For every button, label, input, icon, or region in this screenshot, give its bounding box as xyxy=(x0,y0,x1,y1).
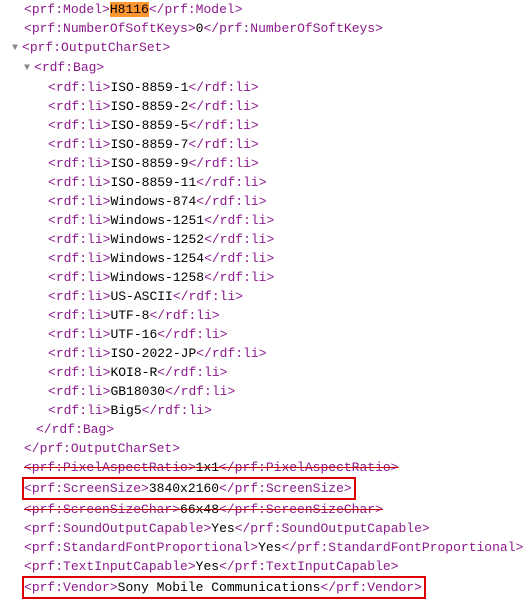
charset-value: Windows-1252 xyxy=(110,232,204,247)
charset-value: Windows-1258 xyxy=(110,270,204,285)
xml-line-charset-item: <rdf:li>ISO-8859-9</rdf:li> xyxy=(0,154,526,173)
collapse-arrow-icon[interactable]: ▼ xyxy=(12,39,22,58)
xml-line-bag-close: </rdf:Bag> xyxy=(0,420,526,439)
charset-value: GB18030 xyxy=(110,384,165,399)
xml-line-charset-item: <rdf:li>Windows-1251</rdf:li> xyxy=(0,211,526,230)
xml-line-charset-item: <rdf:li>Big5</rdf:li> xyxy=(0,401,526,420)
standardfontproportional-value: Yes xyxy=(258,540,281,555)
charset-value: Windows-1251 xyxy=(110,213,204,228)
xml-line-charset-item: <rdf:li>US-ASCII</rdf:li> xyxy=(0,287,526,306)
xml-line-charset-item: <rdf:li>GB18030</rdf:li> xyxy=(0,382,526,401)
charset-value: UTF-16 xyxy=(110,327,157,342)
model-value: H8116 xyxy=(110,2,149,17)
collapse-arrow-icon[interactable]: ▼ xyxy=(24,59,34,78)
charset-value: ISO-2022-JP xyxy=(110,346,196,361)
vendor-value: Sony Mobile Communications xyxy=(118,580,321,595)
charset-value: Big5 xyxy=(110,403,141,418)
xml-line-outputcharset-open: ▼<prf:OutputCharSet> xyxy=(0,38,526,58)
charset-value: ISO-8859-5 xyxy=(110,118,188,133)
xml-line-model: <prf:Model>H8116</prf:Model> xyxy=(0,0,526,19)
xml-line-softkeys: <prf:NumberOfSoftKeys>0</prf:NumberOfSof… xyxy=(0,19,526,38)
xml-line-charset-item: <rdf:li>Windows-1254</rdf:li> xyxy=(0,249,526,268)
charset-value: ISO-8859-2 xyxy=(110,99,188,114)
xml-line-standardfontproportional: <prf:StandardFontProportional>Yes</prf:S… xyxy=(0,538,526,557)
xml-line-charset-item: <rdf:li>UTF-16</rdf:li> xyxy=(0,325,526,344)
highlight-box-screensize: <prf:ScreenSize>3840x2160</prf:ScreenSiz… xyxy=(22,477,356,500)
xml-line-charset-item: <rdf:li>Windows-874</rdf:li> xyxy=(0,192,526,211)
xml-line-textinputcapable: <prf:TextInputCapable>Yes</prf:TextInput… xyxy=(0,557,526,576)
xml-line-charset-item: <rdf:li>ISO-8859-2</rdf:li> xyxy=(0,97,526,116)
xml-line-charset-item: <rdf:li>ISO-8859-11</rdf:li> xyxy=(0,173,526,192)
xml-line-charset-item: <rdf:li>Windows-1258</rdf:li> xyxy=(0,268,526,287)
charset-value: Windows-874 xyxy=(110,194,196,209)
xml-line-pixelaspectratio: <prf:PixelAspectRatio>1x1</prf:PixelAspe… xyxy=(0,458,526,477)
xml-line-screensize: <prf:ScreenSize>3840x2160</prf:ScreenSiz… xyxy=(0,477,526,500)
xml-line-charset-item: <rdf:li>ISO-8859-1</rdf:li> xyxy=(0,78,526,97)
charset-value: ISO-8859-11 xyxy=(110,175,196,190)
xml-line-charset-item: <rdf:li>ISO-8859-5</rdf:li> xyxy=(0,116,526,135)
xml-source-view: <prf:Model>H8116</prf:Model><prf:NumberO… xyxy=(0,0,526,599)
soundoutputcapable-value: Yes xyxy=(211,521,234,536)
charset-value: ISO-8859-1 xyxy=(110,80,188,95)
xml-line-charset-item: <rdf:li>Windows-1252</rdf:li> xyxy=(0,230,526,249)
xml-line-charset-item: <rdf:li>ISO-2022-JP</rdf:li> xyxy=(0,344,526,363)
xml-line-vendor: <prf:Vendor>Sony Mobile Communications</… xyxy=(0,576,526,599)
xml-line-soundoutputcapable: <prf:SoundOutputCapable>Yes</prf:SoundOu… xyxy=(0,519,526,538)
xml-line-charset-item: <rdf:li>KOI8-R</rdf:li> xyxy=(0,363,526,382)
charset-value: ISO-8859-7 xyxy=(110,137,188,152)
xml-line-charset-item: <rdf:li>UTF-8</rdf:li> xyxy=(0,306,526,325)
charset-value: KOI8-R xyxy=(110,365,157,380)
xml-line-outputcharset-close: </prf:OutputCharSet> xyxy=(0,439,526,458)
charset-value: ISO-8859-9 xyxy=(110,156,188,171)
charset-value: Windows-1254 xyxy=(110,251,204,266)
xml-line-screensizechar: <prf:ScreenSizeChar>66x48</prf:ScreenSiz… xyxy=(0,500,526,519)
xml-line-bag-open: ▼<rdf:Bag> xyxy=(0,58,526,78)
screensize-value: 3840x2160 xyxy=(149,481,219,496)
charset-value: UTF-8 xyxy=(110,308,149,323)
xml-line-charset-item: <rdf:li>ISO-8859-7</rdf:li> xyxy=(0,135,526,154)
textinputcapable-value: Yes xyxy=(196,559,219,574)
charset-value: US-ASCII xyxy=(110,289,172,304)
highlight-box-vendor: <prf:Vendor>Sony Mobile Communications</… xyxy=(22,576,426,599)
